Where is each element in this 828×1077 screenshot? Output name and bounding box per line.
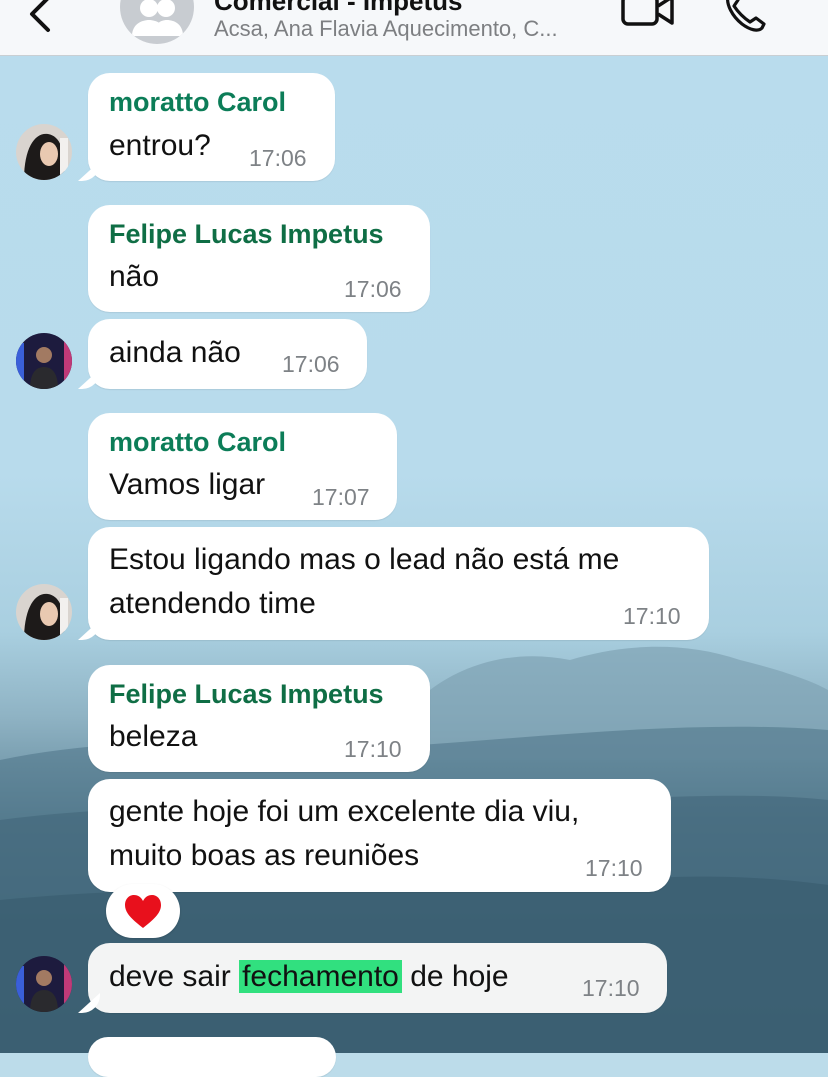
felipe-avatar[interactable] bbox=[16, 956, 72, 1012]
message-text-line1: gente hoje foi um excelente dia viu, bbox=[109, 795, 580, 828]
group-members-subtitle[interactable]: Acsa, Ana Flavia Aquecimento, C... bbox=[214, 16, 558, 42]
message-text-before: deve sair bbox=[109, 960, 240, 993]
message-bubble[interactable]: moratto Carol Vamos ligar 17:07 bbox=[88, 413, 397, 520]
felipe-avatar[interactable] bbox=[16, 333, 72, 389]
message-time: 17:10 bbox=[585, 855, 643, 881]
sender-name[interactable]: moratto Carol bbox=[109, 427, 286, 458]
message-bubble[interactable]: gente hoje foi um excelente dia viu, mui… bbox=[88, 779, 671, 892]
message-text-after: de hoje bbox=[401, 960, 509, 993]
message-time: 17:10 bbox=[344, 736, 402, 762]
video-call-button[interactable] bbox=[620, 0, 676, 30]
message-time: 17:10 bbox=[582, 975, 640, 1001]
message-time: 17:06 bbox=[344, 276, 402, 302]
carol-avatar[interactable] bbox=[16, 124, 72, 180]
message-text-line1: Estou ligando mas o lead não está me bbox=[109, 543, 620, 576]
search-highlight: fechamento bbox=[239, 960, 402, 993]
message-text: beleza bbox=[109, 720, 198, 753]
message-text-line2: atendendo time bbox=[109, 587, 316, 620]
group-icon bbox=[132, 0, 183, 36]
chevron-left-icon bbox=[30, 0, 50, 32]
reaction-badge[interactable] bbox=[106, 884, 180, 938]
group-title[interactable]: Comercial - Impetus bbox=[214, 0, 463, 17]
message-text-line2: muito boas as reuniões bbox=[109, 839, 420, 872]
message-bubble[interactable]: Felipe Lucas Impetus não 17:06 bbox=[88, 205, 430, 312]
message-text: entrou? bbox=[109, 129, 211, 162]
message-bubble[interactable]: Estou ligando mas o lead não está me ate… bbox=[88, 527, 709, 640]
back-button[interactable] bbox=[20, 0, 60, 38]
sender-name[interactable]: Felipe Lucas Impetus bbox=[109, 679, 384, 710]
sender-name[interactable]: Felipe Lucas Impetus bbox=[109, 219, 384, 250]
voice-call-button[interactable] bbox=[720, 0, 770, 34]
message-text: Vamos ligar bbox=[109, 468, 266, 501]
message-text: deve sair fechamento de hoje bbox=[109, 955, 509, 999]
video-camera-icon bbox=[621, 0, 674, 26]
message-bubble[interactable]: ainda não 17:06 bbox=[88, 319, 367, 389]
message-time: 17:06 bbox=[282, 351, 340, 377]
message-bubble-partial[interactable] bbox=[88, 1037, 336, 1077]
chat-header: Comercial - Impetus Acsa, Ana Flavia Aqu… bbox=[0, 0, 828, 56]
message-time: 17:10 bbox=[623, 603, 681, 629]
sender-name[interactable]: moratto Carol bbox=[109, 87, 286, 118]
group-avatar[interactable] bbox=[120, 0, 194, 44]
message-time: 17:07 bbox=[312, 484, 370, 510]
message-bubble[interactable]: deve sair fechamento de hoje 17:10 bbox=[88, 943, 667, 1013]
message-text: não bbox=[109, 260, 160, 293]
message-time: 17:06 bbox=[249, 145, 307, 171]
message-text: ainda não bbox=[109, 336, 241, 369]
carol-avatar[interactable] bbox=[16, 584, 72, 640]
message-bubble[interactable]: moratto Carol entrou? 17:06 bbox=[88, 73, 335, 181]
heart-icon bbox=[125, 895, 161, 928]
phone-icon bbox=[726, 0, 766, 32]
message-bubble[interactable]: Felipe Lucas Impetus beleza 17:10 bbox=[88, 665, 430, 772]
